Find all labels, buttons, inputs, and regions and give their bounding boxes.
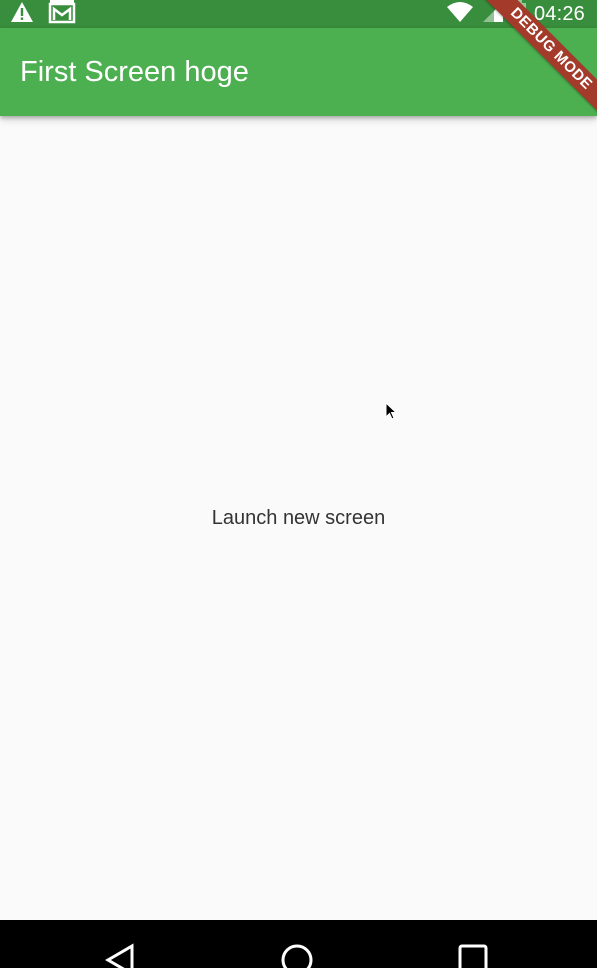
warning-icon bbox=[10, 1, 34, 28]
recents-button[interactable] bbox=[455, 942, 491, 968]
wifi-icon bbox=[446, 1, 474, 28]
mail-icon bbox=[48, 0, 76, 28]
back-button[interactable] bbox=[102, 942, 138, 968]
status-left-icons bbox=[10, 0, 76, 28]
mouse-pointer-icon bbox=[385, 401, 398, 425]
launch-new-screen-button[interactable]: Launch new screen bbox=[0, 496, 597, 540]
page-title: First Screen hoge bbox=[20, 56, 249, 88]
navigation-bar bbox=[0, 920, 597, 968]
app-bar: First Screen hoge DEBUG MODE bbox=[0, 0, 597, 121]
main-content: Launch new screen bbox=[0, 116, 597, 920]
home-button[interactable] bbox=[279, 942, 315, 968]
